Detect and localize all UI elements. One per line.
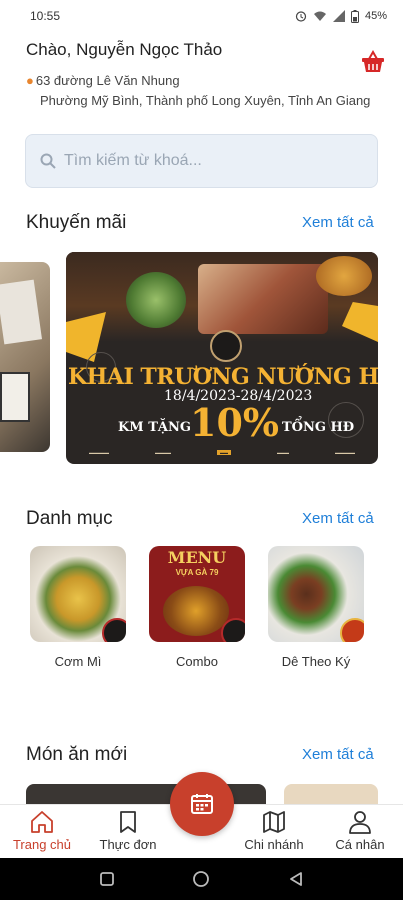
restaurant-logo-badge (102, 618, 126, 642)
greeting-text: Chào, Nguyễn Ngọc Thảo (26, 40, 223, 59)
promo-image-fragment (0, 279, 42, 345)
calendar-icon (191, 794, 213, 814)
banner-logo (210, 330, 242, 362)
battery-level: 45% (364, 10, 387, 22)
category-image (268, 546, 364, 642)
promotions-see-all-link[interactable]: Xem tất cả (302, 214, 374, 231)
banner-discount-value: 10% (190, 400, 279, 445)
home-icon (31, 811, 53, 833)
restaurant-logo-badge (221, 618, 245, 642)
categories-title: Danh mục (26, 508, 113, 529)
nav-menu[interactable]: Thực đơn (88, 809, 168, 852)
categories-see-all-link[interactable]: Xem tất cả (302, 510, 374, 527)
back-icon[interactable] (288, 871, 304, 887)
delivery-address[interactable]: ● 63 đường Lê Văn Nhung Phường Mỹ Bình, T… (26, 71, 370, 111)
category-label: Dê Theo Ký (281, 654, 351, 669)
address-line-1: 63 đường Lê Văn Nhung (35, 73, 180, 88)
promo-image-fragment (0, 372, 30, 422)
category-image (30, 546, 126, 642)
banner-footer-chip: ▬▬ (217, 449, 231, 455)
banner-bowl (316, 256, 372, 296)
search-icon (40, 153, 56, 169)
nav-profile-label: Cá nhân (335, 837, 385, 852)
user-icon (349, 811, 371, 834)
recent-apps-icon[interactable] (99, 871, 115, 887)
category-item[interactable]: MENU VỰA GÀ 79 Combo (149, 546, 245, 669)
alarm-icon (295, 11, 307, 22)
banner-footer-item: ▬▬▬▬▬ (89, 449, 109, 455)
banner-headline: KHAI TRƯƠNG NƯỚNG HẬU CUNG (68, 364, 378, 390)
nav-home-label: Trang chủ (12, 837, 72, 852)
banner-grill-tray (198, 264, 328, 334)
category-item[interactable]: Cơm Mì (30, 546, 126, 669)
promo-banner[interactable]: KHAI TRƯƠNG NƯỚNG HẬU CUNG 18/4/2023-28/… (66, 252, 378, 464)
search-bar[interactable] (25, 134, 378, 188)
category-label: Combo (176, 654, 218, 669)
search-input[interactable] (64, 152, 344, 170)
new-dishes-see-all-link[interactable]: Xem tất cả (302, 746, 374, 763)
nav-branches[interactable]: Chi nhánh (234, 809, 314, 852)
nav-menu-label: Thực đơn (99, 837, 157, 852)
map-icon (263, 811, 285, 833)
banner-footer-item: ▬▬▬▬▬ (335, 449, 355, 455)
address-line-2: Phường Mỹ Bình, Thành phố Long Xuyên, Tỉ… (40, 93, 371, 108)
promo-banner-previous[interactable] (0, 262, 50, 452)
basket-icon[interactable] (360, 50, 386, 74)
hotpot-image (163, 586, 229, 636)
nav-home[interactable]: Trang chủ (2, 809, 82, 852)
banner-salad-plate (126, 272, 186, 328)
system-navigation-bar (0, 858, 403, 900)
status-bar: 10:55 45% (0, 0, 403, 32)
wifi-icon (313, 11, 326, 21)
bookmark-icon (120, 811, 136, 833)
menu-title-art: MENU (167, 548, 227, 567)
category-label: Cơm Mì (54, 654, 102, 669)
promotions-title: Khuyến mãi (26, 212, 127, 233)
category-item[interactable]: Dê Theo Ký (268, 546, 364, 669)
menu-subtitle-art: VỰA GÀ 79 (175, 568, 219, 577)
banner-footer-item: ▬▬▬▬ (155, 449, 171, 455)
category-image: MENU VỰA GÀ 79 (149, 546, 245, 642)
banner-discount-suffix: TỔNG HĐ (282, 420, 355, 435)
banner-discount-prefix: KM TẶNG (118, 420, 191, 435)
nav-profile[interactable]: Cá nhân (320, 809, 400, 852)
status-time: 10:55 (30, 9, 61, 23)
battery-icon (350, 9, 359, 23)
home-button-icon[interactable] (192, 870, 210, 888)
booking-button[interactable] (170, 772, 234, 836)
status-icons: 45% (295, 9, 387, 23)
banner-footer-item: ▬▬▬ (277, 449, 289, 455)
new-dishes-title: Món ăn mới (26, 744, 128, 765)
restaurant-logo-badge (340, 618, 364, 642)
banner-footer: ▬▬▬▬▬ ▬▬▬▬ ▬▬ ▬▬▬ ▬▬▬▬▬ (66, 446, 378, 458)
new-dish-card[interactable] (284, 784, 378, 806)
nav-branches-label: Chi nhánh (244, 837, 304, 852)
signal-icon (332, 10, 345, 22)
location-pin-icon: ● (26, 73, 34, 88)
